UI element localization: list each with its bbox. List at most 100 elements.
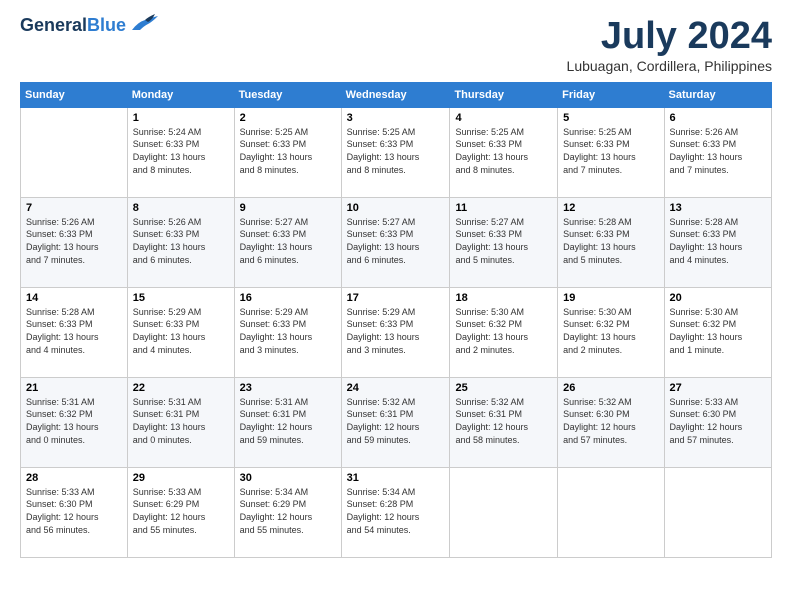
logo: GeneralBlue: [20, 16, 160, 34]
day-number: 12: [563, 202, 658, 214]
calendar-cell: 13 Sunrise: 5:28 AM Sunset: 6:33 PM Dayli…: [664, 197, 771, 287]
calendar-cell: 22Sunrise: 5:31 AM Sunset: 6:31 PM Dayli…: [127, 377, 234, 467]
day-info: Sunrise: 5:26 AM Sunset: 6:33 PM Dayligh…: [670, 126, 766, 176]
day-info: Sunrise: 5:25 AM Sunset: 6:33 PM Dayligh…: [347, 126, 445, 176]
title-section: July 2024 Lubuagan, Cordillera, Philippi…: [567, 16, 772, 74]
calendar-cell: [21, 107, 128, 197]
day-number: 18: [455, 292, 552, 304]
day-number: 5: [563, 112, 658, 124]
day-number: 6: [670, 112, 766, 124]
day-number: 23: [240, 382, 336, 394]
calendar-cell: 30 Sunrise: 5:34 AM Sunset: 6:29 PM Dayli…: [234, 467, 341, 557]
calendar-body: 1 Sunrise: 5:24 AM Sunset: 6:33 PM Daylig…: [21, 107, 772, 557]
calendar-cell: 17 Sunrise: 5:29 AM Sunset: 6:33 PM Dayli…: [341, 287, 450, 377]
header: GeneralBlue July 2024 Lubuagan, Cordille…: [20, 16, 772, 74]
day-number: 4: [455, 112, 552, 124]
day-info: Sunrise: 5:25 AM Sunset: 6:33 PM Dayligh…: [563, 126, 658, 176]
day-info: Sunrise: 5:27 AM Sunset: 6:33 PM Dayligh…: [347, 216, 445, 266]
calendar-cell: 28 Sunrise: 5:33 AM Sunset: 6:30 PM Dayli…: [21, 467, 128, 557]
day-info: Sunrise: 5:28 AM Sunset: 6:33 PM Dayligh…: [670, 216, 766, 266]
day-info: Sunrise: 5:32 AM Sunset: 6:31 PM Dayligh…: [347, 396, 445, 446]
day-info: Sunrise: 5:33 AM Sunset: 6:30 PM Dayligh…: [26, 486, 122, 536]
calendar-cell: 7 Sunrise: 5:26 AM Sunset: 6:33 PM Daylig…: [21, 197, 128, 287]
calendar-cell: [450, 467, 558, 557]
day-number: 17: [347, 292, 445, 304]
day-info: Sunrise: 5:25 AM Sunset: 6:33 PM Dayligh…: [455, 126, 552, 176]
calendar-cell: 21Sunrise: 5:31 AM Sunset: 6:32 PM Dayli…: [21, 377, 128, 467]
day-number: 20: [670, 292, 766, 304]
day-info: Sunrise: 5:26 AM Sunset: 6:33 PM Dayligh…: [26, 216, 122, 266]
day-number: 30: [240, 472, 336, 484]
day-info: Sunrise: 5:27 AM Sunset: 6:33 PM Dayligh…: [240, 216, 336, 266]
day-number: 28: [26, 472, 122, 484]
day-info: Sunrise: 5:29 AM Sunset: 6:33 PM Dayligh…: [240, 306, 336, 356]
day-number: 21: [26, 382, 122, 394]
header-cell-sunday: Sunday: [21, 82, 128, 107]
day-info: Sunrise: 5:30 AM Sunset: 6:32 PM Dayligh…: [670, 306, 766, 356]
day-info: Sunrise: 5:29 AM Sunset: 6:33 PM Dayligh…: [347, 306, 445, 356]
header-cell-wednesday: Wednesday: [341, 82, 450, 107]
day-number: 14: [26, 292, 122, 304]
calendar-cell: 9 Sunrise: 5:27 AM Sunset: 6:33 PM Daylig…: [234, 197, 341, 287]
header-cell-friday: Friday: [558, 82, 664, 107]
day-info: Sunrise: 5:28 AM Sunset: 6:33 PM Dayligh…: [563, 216, 658, 266]
day-number: 7: [26, 202, 122, 214]
logo-general: General: [20, 15, 87, 35]
calendar-cell: [664, 467, 771, 557]
calendar-cell: 27Sunrise: 5:33 AM Sunset: 6:30 PM Dayli…: [664, 377, 771, 467]
day-info: Sunrise: 5:24 AM Sunset: 6:33 PM Dayligh…: [133, 126, 229, 176]
page: GeneralBlue July 2024 Lubuagan, Cordille…: [0, 0, 792, 612]
day-number: 13: [670, 202, 766, 214]
day-info: Sunrise: 5:33 AM Sunset: 6:29 PM Dayligh…: [133, 486, 229, 536]
day-number: 29: [133, 472, 229, 484]
calendar-cell: 14Sunrise: 5:28 AM Sunset: 6:33 PM Dayli…: [21, 287, 128, 377]
calendar-cell: 3 Sunrise: 5:25 AM Sunset: 6:33 PM Daylig…: [341, 107, 450, 197]
calendar-header: SundayMondayTuesdayWednesdayThursdayFrid…: [21, 82, 772, 107]
day-number: 10: [347, 202, 445, 214]
calendar-cell: 25Sunrise: 5:32 AM Sunset: 6:31 PM Dayli…: [450, 377, 558, 467]
calendar-cell: [558, 467, 664, 557]
main-title: July 2024: [567, 16, 772, 58]
day-info: Sunrise: 5:27 AM Sunset: 6:33 PM Dayligh…: [455, 216, 552, 266]
day-number: 3: [347, 112, 445, 124]
day-info: Sunrise: 5:31 AM Sunset: 6:31 PM Dayligh…: [133, 396, 229, 446]
subtitle: Lubuagan, Cordillera, Philippines: [567, 58, 772, 74]
calendar-cell: 10 Sunrise: 5:27 AM Sunset: 6:33 PM Dayli…: [341, 197, 450, 287]
calendar-cell: 24 Sunrise: 5:32 AM Sunset: 6:31 PM Dayli…: [341, 377, 450, 467]
calendar-week-3: 21Sunrise: 5:31 AM Sunset: 6:32 PM Dayli…: [21, 377, 772, 467]
calendar-week-4: 28 Sunrise: 5:33 AM Sunset: 6:30 PM Dayli…: [21, 467, 772, 557]
day-info: Sunrise: 5:30 AM Sunset: 6:32 PM Dayligh…: [455, 306, 552, 356]
calendar-week-0: 1 Sunrise: 5:24 AM Sunset: 6:33 PM Daylig…: [21, 107, 772, 197]
day-info: Sunrise: 5:32 AM Sunset: 6:30 PM Dayligh…: [563, 396, 658, 446]
day-number: 24: [347, 382, 445, 394]
calendar-cell: 19 Sunrise: 5:30 AM Sunset: 6:32 PM Dayli…: [558, 287, 664, 377]
day-info: Sunrise: 5:34 AM Sunset: 6:28 PM Dayligh…: [347, 486, 445, 536]
day-info: Sunrise: 5:30 AM Sunset: 6:32 PM Dayligh…: [563, 306, 658, 356]
header-cell-tuesday: Tuesday: [234, 82, 341, 107]
header-row: SundayMondayTuesdayWednesdayThursdayFrid…: [21, 82, 772, 107]
calendar-cell: 2Sunrise: 5:25 AM Sunset: 6:33 PM Daylig…: [234, 107, 341, 197]
day-number: 27: [670, 382, 766, 394]
calendar-cell: 20 Sunrise: 5:30 AM Sunset: 6:32 PM Dayli…: [664, 287, 771, 377]
calendar-cell: 15Sunrise: 5:29 AM Sunset: 6:33 PM Dayli…: [127, 287, 234, 377]
calendar-table: SundayMondayTuesdayWednesdayThursdayFrid…: [20, 82, 772, 558]
day-info: Sunrise: 5:31 AM Sunset: 6:31 PM Dayligh…: [240, 396, 336, 446]
day-info: Sunrise: 5:34 AM Sunset: 6:29 PM Dayligh…: [240, 486, 336, 536]
calendar-cell: 26 Sunrise: 5:32 AM Sunset: 6:30 PM Dayli…: [558, 377, 664, 467]
calendar-cell: 11 Sunrise: 5:27 AM Sunset: 6:33 PM Dayli…: [450, 197, 558, 287]
day-number: 1: [133, 112, 229, 124]
calendar-cell: 8Sunrise: 5:26 AM Sunset: 6:33 PM Daylig…: [127, 197, 234, 287]
calendar-cell: 6 Sunrise: 5:26 AM Sunset: 6:33 PM Daylig…: [664, 107, 771, 197]
calendar-cell: 18 Sunrise: 5:30 AM Sunset: 6:32 PM Dayli…: [450, 287, 558, 377]
day-number: 26: [563, 382, 658, 394]
day-number: 15: [133, 292, 229, 304]
day-number: 19: [563, 292, 658, 304]
day-number: 9: [240, 202, 336, 214]
day-number: 11: [455, 202, 552, 214]
calendar-cell: 31Sunrise: 5:34 AM Sunset: 6:28 PM Dayli…: [341, 467, 450, 557]
calendar-week-2: 14Sunrise: 5:28 AM Sunset: 6:33 PM Dayli…: [21, 287, 772, 377]
header-cell-monday: Monday: [127, 82, 234, 107]
day-number: 2: [240, 112, 336, 124]
calendar-cell: 16Sunrise: 5:29 AM Sunset: 6:33 PM Dayli…: [234, 287, 341, 377]
logo-blue: Blue: [87, 15, 126, 35]
